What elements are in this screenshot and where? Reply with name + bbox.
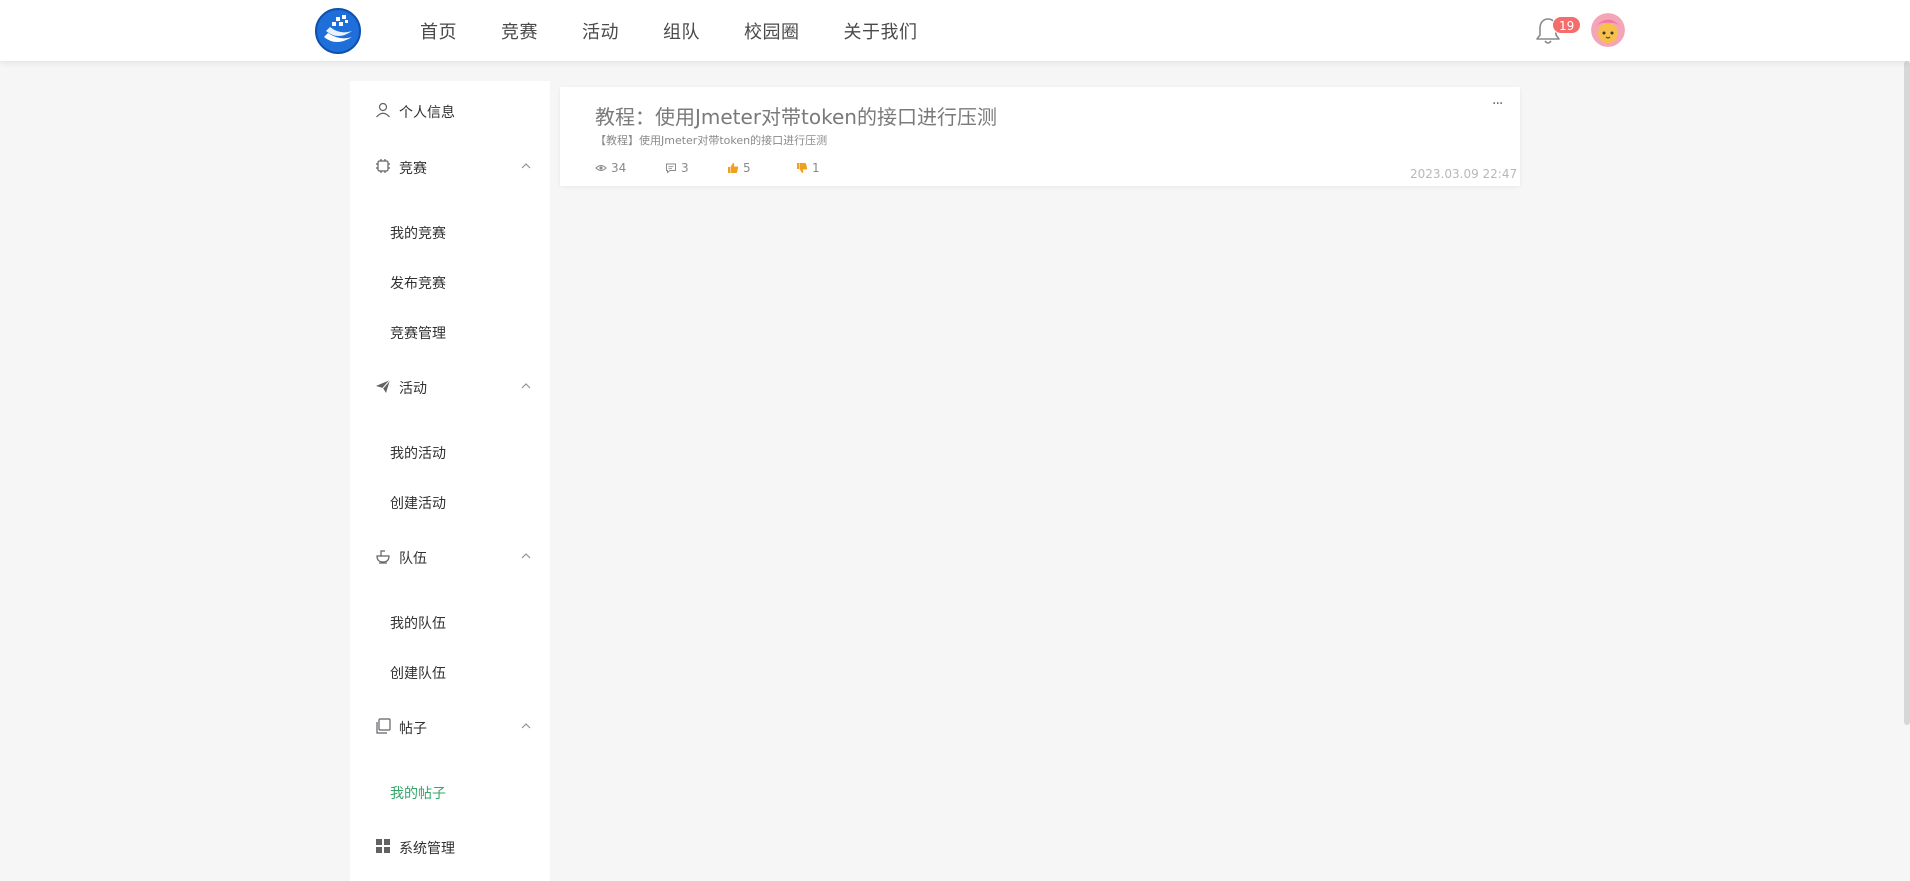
sidebar-item-create-team[interactable]: 创建队伍: [390, 663, 446, 683]
cpu-icon: [376, 159, 390, 173]
sidebar-group-team[interactable]: 队伍: [350, 545, 550, 567]
comment-count[interactable]: 3: [665, 161, 689, 175]
like-count-value: 5: [743, 161, 751, 175]
chevron-up-icon: [521, 723, 531, 729]
dislike-count[interactable]: 1: [796, 161, 820, 175]
view-count: 34: [595, 161, 626, 175]
sidebar-group-competition[interactable]: 竞赛: [350, 155, 550, 177]
paper-plane-icon: [376, 379, 391, 393]
sidebar-group-posts[interactable]: 帖子: [350, 715, 550, 737]
grid-icon: [376, 839, 390, 853]
user-icon: [376, 102, 390, 118]
nav-activity[interactable]: 活动: [582, 18, 619, 44]
comment-count-value: 3: [681, 161, 689, 175]
nav-competition[interactable]: 竞赛: [501, 18, 538, 44]
sidebar-item-my-activity[interactable]: 我的活动: [390, 443, 446, 463]
sidebar-group-posts-label: 帖子: [399, 721, 427, 737]
sidebar-item-profile-label: 个人信息: [399, 105, 455, 121]
thumbs-up-icon: [728, 163, 739, 173]
site-logo-icon[interactable]: [314, 7, 362, 55]
post-summary: 【教程】使用Jmeter对带token的接口进行压测: [595, 134, 828, 147]
sidebar-item-system-management[interactable]: 系统管理: [350, 835, 550, 857]
sidebar-group-team-label: 队伍: [399, 551, 427, 567]
chevron-up-icon: [521, 163, 531, 169]
sidebar-item-my-competition[interactable]: 我的竞赛: [390, 223, 446, 243]
view-count-value: 34: [611, 161, 627, 175]
nav-team[interactable]: 组队: [663, 18, 700, 44]
sidebar-item-create-activity[interactable]: 创建活动: [390, 493, 446, 513]
bowl-icon: [376, 550, 390, 564]
sidebar-item-system-management-label: 系统管理: [399, 841, 455, 857]
sidebar-item-competition-management[interactable]: 竞赛管理: [390, 323, 446, 343]
sidebar-group-competition-label: 竞赛: [399, 161, 427, 177]
sidebar-item-my-posts[interactable]: 我的帖子: [390, 783, 446, 803]
sidebar-group-activity[interactable]: 活动: [350, 375, 550, 397]
main-nav: 首页 竞赛 活动 组队 校园圈 关于我们: [420, 0, 962, 61]
thumbs-down-icon: [797, 163, 808, 173]
post-card[interactable]: 教程：使用Jmeter对带token的接口进行压测 【教程】使用Jmeter对带…: [560, 87, 1520, 186]
like-count[interactable]: 5: [727, 161, 751, 175]
dislike-count-value: 1: [812, 161, 820, 175]
sidebar-group-activity-label: 活动: [399, 381, 427, 397]
sidebar-item-profile[interactable]: 个人信息: [350, 99, 550, 121]
chevron-up-icon: [521, 553, 531, 559]
top-header: 首页 竞赛 活动 组队 校园圈 关于我们 19: [0, 0, 1910, 61]
nav-about-us[interactable]: 关于我们: [844, 18, 918, 44]
comment-icon: [666, 163, 676, 174]
more-options-button[interactable]: ···: [1492, 96, 1503, 112]
sidebar-item-publish-competition[interactable]: 发布竞赛: [390, 273, 446, 293]
eye-icon: [595, 165, 607, 171]
copy-document-icon: [376, 718, 391, 734]
sidebar-menu: 个人信息 竞赛 我的竞赛 发布竞赛 竞赛管理 活动 我的活动 创建活动 队伍 我…: [350, 81, 550, 881]
notification-count-badge: 19: [1552, 16, 1582, 34]
user-avatar[interactable]: [1591, 13, 1625, 47]
post-title[interactable]: 教程：使用Jmeter对带token的接口进行压测: [595, 101, 997, 130]
avatar-image-icon: [1591, 13, 1625, 47]
nav-campus-circle[interactable]: 校园圈: [744, 18, 800, 44]
nav-home[interactable]: 首页: [420, 18, 457, 44]
post-date: 2023.03.09 22:47: [1410, 167, 1518, 181]
sidebar-item-my-team[interactable]: 我的队伍: [390, 613, 446, 633]
page-scrollbar[interactable]: [1904, 61, 1910, 725]
chevron-up-icon: [521, 383, 531, 389]
